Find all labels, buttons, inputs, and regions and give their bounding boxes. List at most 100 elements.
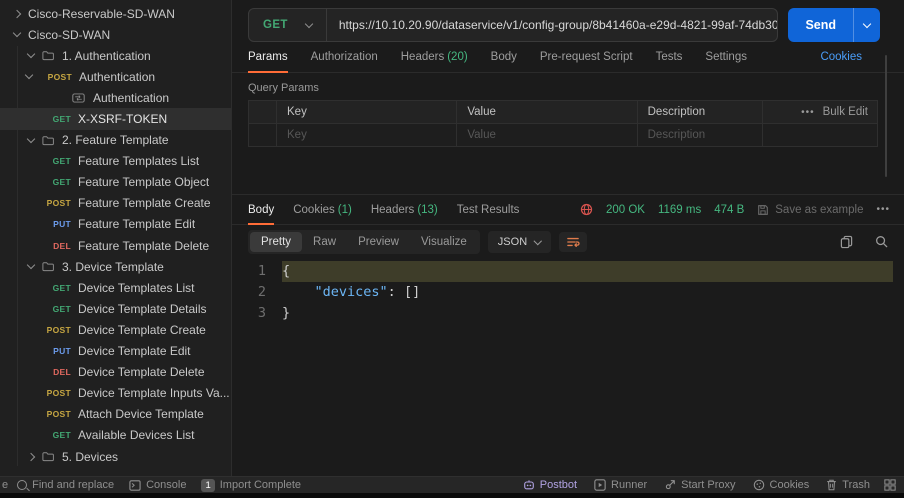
url-input[interactable]: https://10.10.20.90/dataservice/v1/confi… xyxy=(327,18,778,32)
bulk-edit-button[interactable]: Bulk Edit xyxy=(823,106,868,118)
runner-button[interactable]: Runner xyxy=(594,479,647,491)
tree-item[interactable]: POSTDevice Template Inputs Va... xyxy=(0,383,231,404)
tree-item[interactable]: POSTAuthentication xyxy=(0,66,231,87)
tree-item[interactable]: Cisco-Reservable-SD-WAN xyxy=(0,3,231,24)
tree-item-label: Device Template Details xyxy=(78,302,207,316)
copy-icon[interactable] xyxy=(840,235,853,249)
tab-params[interactable]: Params xyxy=(248,42,288,72)
tree-item-label: Feature Template Edit xyxy=(78,217,195,231)
line-number: 2 xyxy=(232,282,282,303)
tab-tests[interactable]: Tests xyxy=(656,42,683,72)
value-input[interactable]: Value xyxy=(457,124,637,146)
tree-item-label: Cisco-SD-WAN xyxy=(28,28,110,42)
chevron-down-icon xyxy=(534,237,542,245)
response-time[interactable]: 1169 ms xyxy=(658,204,701,216)
tab-test-results[interactable]: Test Results xyxy=(457,195,520,224)
cookies-button[interactable]: Cookies xyxy=(753,479,810,491)
trash-button[interactable]: Trash xyxy=(826,479,870,491)
tree-item[interactable]: Authentication xyxy=(0,87,231,108)
view-pretty[interactable]: Pretty xyxy=(250,232,302,252)
tree-item[interactable]: DELFeature Template Delete xyxy=(0,235,231,256)
tree-item-label: 3. Device Template xyxy=(62,260,164,274)
method-badge: POST xyxy=(40,72,72,82)
tree-item[interactable]: POSTFeature Template Create xyxy=(0,193,231,214)
tab-headers[interactable]: Headers(20) xyxy=(401,42,468,72)
tab-body[interactable]: Body xyxy=(491,42,517,72)
tab-settings[interactable]: Settings xyxy=(705,42,747,72)
chevron-down-icon[interactable] xyxy=(25,71,33,79)
tab-label: Params xyxy=(248,51,288,63)
description-input[interactable]: Description xyxy=(638,124,763,146)
tree-item[interactable]: GETAvailable Devices List xyxy=(0,425,231,446)
tree-item[interactable]: POSTAttach Device Template xyxy=(0,404,231,425)
chevron-down-icon[interactable] xyxy=(27,50,35,58)
ssl-warning-icon[interactable] xyxy=(580,203,593,216)
tree-item[interactable]: GETFeature Templates List xyxy=(0,151,231,172)
method-badge: POST xyxy=(39,198,71,208)
tree-item[interactable]: PUTDevice Template Edit xyxy=(0,341,231,362)
method-badge: GET xyxy=(39,304,71,314)
tree-item-label: Feature Template Delete xyxy=(78,239,209,253)
view-switcher: PrettyRawPreviewVisualize xyxy=(248,230,480,254)
chevron-down-icon[interactable] xyxy=(27,134,35,142)
import-complete-status[interactable]: 1 Import Complete xyxy=(201,479,301,492)
response-size[interactable]: 474 B xyxy=(714,204,744,216)
chevron-right-icon[interactable] xyxy=(27,452,35,460)
chevron-right-icon[interactable] xyxy=(13,9,21,17)
sidebar-tree: Cisco-Reservable-SD-WAN Cisco-SD-WAN 1. Au… xyxy=(0,3,231,467)
tree-item[interactable]: GETFeature Template Object xyxy=(0,172,231,193)
more-options-icon[interactable]: ••• xyxy=(801,107,815,118)
response-tabs-list: Body Cookies(1) Headers(13) Test Results xyxy=(248,195,519,224)
key-input[interactable]: Key xyxy=(277,124,457,146)
response-body-viewer[interactable]: 1 { 2 "devices": [] 3 } xyxy=(232,258,904,476)
tree-item[interactable]: POSTDevice Template Create xyxy=(0,319,231,340)
clipped-left-label: e xyxy=(2,479,8,491)
view-raw[interactable]: Raw xyxy=(302,232,347,252)
language-select[interactable]: JSON xyxy=(488,231,551,253)
tree-item[interactable]: 1. Authentication xyxy=(0,45,231,66)
tree-item-label: Feature Template Object xyxy=(78,175,209,189)
postbot-icon xyxy=(523,479,535,491)
start-proxy-button[interactable]: Start Proxy xyxy=(664,479,735,491)
table-header-row: Key Value Description ••• Bulk Edit xyxy=(249,101,877,124)
windows-icon[interactable] xyxy=(884,479,896,491)
tab-body[interactable]: Body xyxy=(248,195,274,224)
tree-item[interactable]: GETDevice Templates List xyxy=(0,277,231,298)
tree-item[interactable]: PUTFeature Template Edit xyxy=(0,214,231,235)
tree-item-label: Device Template Delete xyxy=(78,365,205,379)
tree-item[interactable]: 2. Feature Template xyxy=(0,130,231,151)
save-as-example-button[interactable]: Save as example xyxy=(757,204,863,216)
view-visualize[interactable]: Visualize xyxy=(410,232,478,252)
view-preview[interactable]: Preview xyxy=(347,232,410,252)
console-button[interactable]: Console xyxy=(129,479,186,491)
chevron-down-icon[interactable] xyxy=(13,29,21,37)
main-area: Cisco-Reservable-SD-WAN Cisco-SD-WAN 1. Au… xyxy=(0,0,904,476)
method-select[interactable]: GET xyxy=(249,19,326,31)
wrap-line-button[interactable] xyxy=(559,232,587,252)
example-icon xyxy=(72,93,85,103)
cookies-link[interactable]: Cookies xyxy=(820,42,862,72)
postbot-button[interactable]: Postbot xyxy=(523,479,577,491)
tab-pre-request-script[interactable]: Pre-request Script xyxy=(540,42,633,72)
json-key: "devices" xyxy=(315,284,388,300)
send-button[interactable]: Send xyxy=(788,8,880,42)
tree-item-label: Device Template Edit xyxy=(78,344,191,358)
status-code[interactable]: 200 OK xyxy=(606,204,645,216)
tab-headers[interactable]: Headers(13) xyxy=(371,195,438,224)
tree-item[interactable]: Cisco-SD-WAN xyxy=(0,24,231,45)
chevron-down-icon[interactable] xyxy=(27,261,35,269)
tree-item[interactable]: GET Device Template Details xyxy=(0,298,231,319)
tree-item[interactable]: DELDevice Template Delete xyxy=(0,362,231,383)
tab-authorization[interactable]: Authorization xyxy=(311,42,378,72)
tree-item[interactable]: 5. Devices xyxy=(0,446,231,467)
vertical-scrollbar[interactable] xyxy=(885,55,887,177)
tab-cookies[interactable]: Cookies(1) xyxy=(293,195,352,224)
find-and-replace-button[interactable]: Find and replace xyxy=(17,479,114,491)
search-icon[interactable] xyxy=(875,235,888,248)
chevron-down-icon xyxy=(863,19,871,27)
tree-item[interactable]: GETX-XSRF-TOKEN xyxy=(0,108,231,129)
more-options-icon[interactable]: ••• xyxy=(876,204,890,215)
send-options-button[interactable] xyxy=(853,8,880,42)
tree-item[interactable]: 3. Device Template xyxy=(0,256,231,277)
code-text: } xyxy=(282,303,893,324)
